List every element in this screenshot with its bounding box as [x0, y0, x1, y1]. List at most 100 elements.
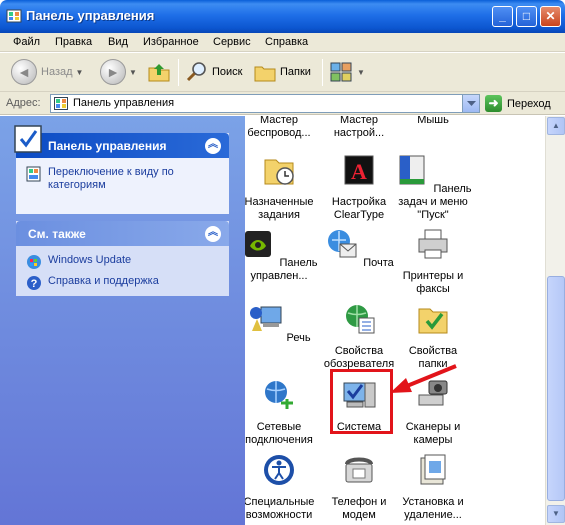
- chevron-down-icon: [466, 100, 476, 106]
- add-remove-programs-icon: [420, 454, 446, 485]
- menu-help[interactable]: Справка: [265, 36, 308, 48]
- mail-icon: [328, 230, 357, 258]
- scroll-thumb[interactable]: [547, 276, 565, 501]
- folder-options-icon: [418, 308, 448, 334]
- control-panel-icon: [6, 9, 22, 23]
- item-phone-modem[interactable]: Телефон и модем: [319, 452, 399, 522]
- search-icon: [186, 62, 206, 82]
- collapse-icon[interactable]: ︽: [205, 226, 221, 242]
- item-nvidia-panel[interactable]: Панель управлен...: [245, 226, 319, 283]
- menu-tools[interactable]: Сервис: [213, 36, 251, 48]
- folders-icon: [254, 66, 276, 82]
- go-button[interactable]: ➜ Переход: [485, 95, 551, 112]
- minimize-button[interactable]: _: [492, 6, 513, 27]
- item-cleartype[interactable]: A Настройка ClearType: [319, 152, 399, 222]
- address-label: Адрес:: [6, 97, 41, 109]
- menu-bar: Файл Правка Вид Избранное Сервис Справка: [0, 33, 565, 52]
- chevron-down-icon[interactable]: ▼: [357, 68, 365, 77]
- menu-favorites[interactable]: Избранное: [143, 36, 199, 48]
- menu-view[interactable]: Вид: [108, 36, 128, 48]
- forward-arrow-icon: ►: [100, 59, 126, 85]
- search-label: Поиск: [212, 66, 243, 78]
- address-dropdown-button[interactable]: [462, 95, 479, 112]
- item-mail[interactable]: Почта: [319, 226, 399, 270]
- address-bar: Адрес: Панель управления ➜ Переход: [0, 92, 565, 115]
- network-connections-icon: [265, 381, 293, 409]
- printer-icon: [418, 229, 448, 259]
- taskbar-icon: [399, 155, 425, 185]
- search-button[interactable]: Поиск: [186, 59, 242, 85]
- svg-text:?: ?: [31, 278, 38, 290]
- scroll-up-button[interactable]: ▲: [547, 117, 565, 135]
- maximize-button[interactable]: □: [516, 6, 537, 27]
- panel-title: См. также: [28, 227, 86, 241]
- item-label: Мастер беспровод...: [247, 116, 311, 139]
- help-and-support-label: Справка и поддержка: [48, 275, 159, 287]
- collapse-icon[interactable]: ︽: [205, 138, 221, 154]
- title-bar: Панель управления _ □ ✕: [0, 0, 565, 33]
- item-label: Сетевые подключения: [245, 421, 313, 446]
- folders-label: Папки: [280, 66, 311, 78]
- item-label: Сканеры и камеры: [405, 421, 461, 446]
- category-view-icon: [26, 166, 41, 182]
- panel-title: Панель управления: [48, 139, 167, 153]
- forward-button[interactable]: ► ▼: [100, 59, 137, 85]
- item-add-remove-programs[interactable]: Установка и удаление...: [393, 452, 473, 522]
- switch-to-category-view-link[interactable]: Переключение к виду по категориям: [26, 166, 219, 192]
- back-label: Назад: [41, 66, 73, 78]
- switch-view-label: Переключение к виду по категориям: [48, 166, 174, 191]
- go-label: Переход: [507, 97, 551, 110]
- nvidia-icon: [245, 231, 272, 257]
- task-pane: Панель управления ︽ Переключение к виду …: [0, 116, 245, 525]
- views-icon: [330, 62, 352, 82]
- item-label: Свойства обозревателя: [323, 345, 395, 370]
- help-icon: ?: [27, 276, 41, 290]
- item-printers-faxes[interactable]: Принтеры и факсы: [393, 226, 473, 296]
- menu-edit[interactable]: Правка: [55, 36, 92, 48]
- pointer-arrow-icon: [390, 364, 457, 393]
- panel-header[interactable]: См. также ︽: [16, 221, 229, 246]
- item-folder-options[interactable]: Свойства папки: [393, 301, 473, 371]
- item-network-connections[interactable]: Сетевые подключения: [245, 377, 319, 447]
- control-panel-icon: [14, 125, 42, 153]
- windows-update-link[interactable]: Windows Update: [26, 254, 219, 270]
- item-label: Принтеры и факсы: [402, 270, 464, 295]
- panel-header[interactable]: Панель управления ︽: [14, 125, 229, 158]
- scroll-down-button[interactable]: ▼: [547, 505, 565, 523]
- speech-icon: [250, 306, 282, 331]
- cleartype-icon: A: [344, 155, 374, 185]
- scheduled-tasks-icon: [264, 159, 294, 185]
- views-button[interactable]: ▼: [330, 59, 365, 85]
- windows-update-label: Windows Update: [48, 254, 132, 266]
- help-and-support-link[interactable]: ? Справка и поддержка: [26, 275, 219, 291]
- control-panel-task-panel: Панель управления ︽ Переключение к виду …: [14, 125, 229, 214]
- internet-options-icon: [346, 305, 375, 334]
- item-label: Назначенные задания: [245, 196, 314, 221]
- item-label: Телефон и модем: [331, 496, 387, 521]
- chevron-down-icon[interactable]: ▼: [76, 68, 84, 77]
- item-taskbar-start-menu[interactable]: Панель задач и меню "Пуск": [393, 152, 473, 222]
- item-speech[interactable]: Речь: [245, 301, 319, 345]
- item-mouse[interactable]: Мышь: [393, 116, 473, 127]
- item-label: Панель задач и меню "Пуск": [398, 183, 472, 221]
- back-button[interactable]: ◄ Назад ▼: [11, 59, 83, 85]
- menu-file[interactable]: Файл: [13, 36, 40, 48]
- item-wireless-wizard[interactable]: Мастер беспровод...: [245, 116, 319, 140]
- window-title: Панель управления: [26, 8, 155, 23]
- item-internet-options[interactable]: Свойства обозревателя: [319, 301, 399, 371]
- folders-button[interactable]: Папки: [254, 59, 311, 85]
- chevron-down-icon[interactable]: ▼: [129, 68, 137, 77]
- system-highlight-box: [330, 369, 393, 434]
- close-button[interactable]: ✕: [540, 6, 561, 27]
- item-label: Мышь: [417, 116, 449, 126]
- item-network-setup-wizard[interactable]: Мастер настрой...: [319, 116, 399, 140]
- item-accessibility[interactable]: Специальные возможности: [245, 452, 319, 522]
- windows-update-icon: [27, 255, 41, 269]
- up-folder-icon: [148, 64, 170, 82]
- item-label: Почта: [363, 257, 394, 269]
- vertical-scrollbar[interactable]: ▲ ▼: [545, 116, 565, 525]
- up-folder-button[interactable]: [147, 59, 171, 85]
- address-field[interactable]: Панель управления: [50, 94, 480, 113]
- see-also-panel: См. также ︽ Windows Update ? Справка и п…: [16, 221, 229, 296]
- item-scheduled-tasks[interactable]: Назначенные задания: [245, 152, 319, 222]
